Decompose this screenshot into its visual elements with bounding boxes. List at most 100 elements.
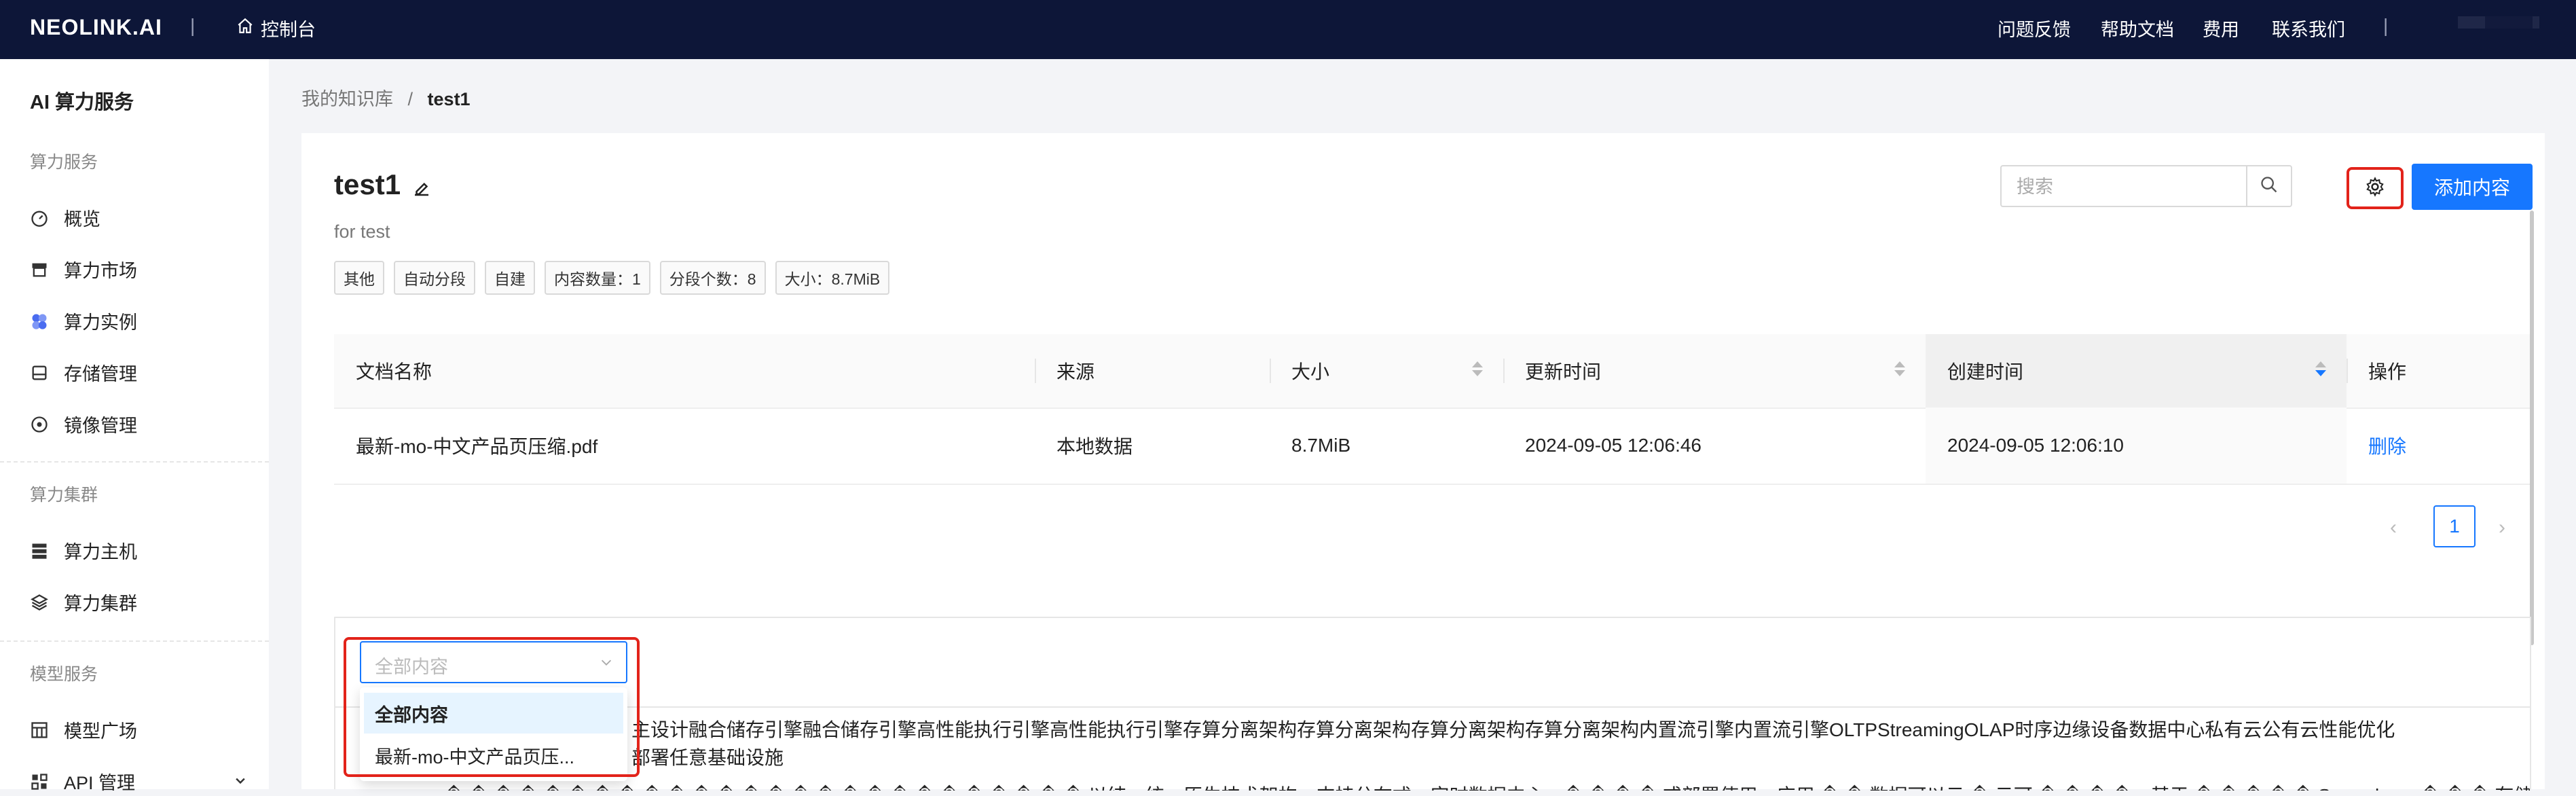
sidebar: AI 算力服务 算力服务 概览 算力市场 算力实例 存储管理 镜像管理 算力集群… bbox=[0, 59, 269, 793]
api-icon bbox=[30, 772, 49, 791]
search-box bbox=[2000, 165, 2292, 207]
column-header-created[interactable]: 创建时间 bbox=[1926, 334, 2347, 408]
tag: 自建 bbox=[485, 261, 535, 295]
grid-icon bbox=[30, 721, 49, 740]
content-text-area: 主设计融合储存引擎融合储存引擎高性能执行引擎高性能执行引擎存算分离架构存算分离架… bbox=[335, 706, 2530, 791]
table-header: 文档名称 来源 大小 更新时间 创建时间 操作 bbox=[334, 334, 2530, 409]
tag: 其他 bbox=[334, 261, 384, 295]
column-label: 来源 bbox=[1056, 361, 1095, 382]
cell-updated: 2024-09-05 12:06:46 bbox=[1525, 435, 1701, 456]
cell-name[interactable]: 最新-mo-中文产品页压缩.pdf bbox=[334, 408, 1035, 484]
cell-created: 2024-09-05 12:06:10 bbox=[1926, 408, 2347, 484]
scrollbar[interactable] bbox=[2530, 211, 2534, 645]
column-label: 大小 bbox=[1291, 361, 1330, 382]
breadcrumb-parent[interactable]: 我的知识库 bbox=[301, 89, 393, 109]
user-avatar bbox=[2485, 16, 2533, 29]
contact-link[interactable]: 联系我们 bbox=[2272, 15, 2345, 41]
add-content-button[interactable]: 添加内容 bbox=[2412, 164, 2533, 210]
breadcrumb: 我的知识库 / test1 bbox=[301, 84, 471, 111]
pagination-next[interactable]: › bbox=[2499, 516, 2505, 539]
column-label: 文档名称 bbox=[356, 361, 433, 382]
sidebar-item-label: 存储管理 bbox=[64, 364, 137, 384]
pagination-prev[interactable]: ‹ bbox=[2390, 516, 2397, 539]
search-button[interactable] bbox=[2246, 166, 2291, 206]
page-title: test1 bbox=[334, 168, 401, 200]
column-label: 操作 bbox=[2368, 361, 2407, 382]
settings-button[interactable] bbox=[2347, 167, 2404, 209]
sidebar-item-clusters[interactable]: 算力集群 bbox=[30, 589, 137, 615]
sidebar-item-overview[interactable]: 概览 bbox=[30, 204, 100, 231]
sidebar-item-storage[interactable]: 存储管理 bbox=[30, 359, 137, 386]
image-icon bbox=[30, 415, 49, 434]
tag: 大小：8.7MiB bbox=[775, 261, 890, 295]
console-link[interactable]: 控制台 bbox=[236, 15, 316, 41]
sidebar-title: AI 算力服务 bbox=[30, 92, 134, 113]
column-header-size[interactable]: 大小 bbox=[1270, 334, 1503, 408]
table-row: 最新-mo-中文产品页压缩.pdf 本地数据 8.7MiB 2024-09-05… bbox=[334, 408, 2530, 485]
tag: 分段个数：8 bbox=[659, 261, 766, 295]
cell-source: 本地数据 bbox=[1056, 436, 1133, 457]
cell-action: 删除 bbox=[2347, 408, 2530, 484]
sidebar-item-images[interactable]: 镜像管理 bbox=[30, 411, 137, 437]
breadcrumb-current: test1 bbox=[427, 89, 471, 109]
sidebar-item-label: 算力主机 bbox=[64, 542, 137, 562]
gear-icon bbox=[2365, 176, 2385, 200]
navbar-separator-right: | bbox=[2383, 15, 2389, 36]
sidebar-item-instances[interactable]: 算力实例 bbox=[30, 308, 137, 334]
sidebar-item-label: 算力集群 bbox=[64, 594, 137, 614]
brand-logo[interactable]: NEOLINK.AI bbox=[30, 15, 162, 40]
column-header-source: 来源 bbox=[1035, 334, 1270, 408]
help-docs-link[interactable]: 帮助文档 bbox=[2101, 15, 2174, 41]
content-text-line: 主设计融合储存引擎融合储存引擎高性能执行引擎高性能执行引擎存算分离架构存算分离架… bbox=[631, 719, 2395, 740]
navbar-separator: | bbox=[190, 15, 196, 36]
cluster-icon bbox=[30, 312, 49, 331]
content-text-line: 部署任意基础设施 bbox=[631, 747, 784, 768]
edit-icon[interactable] bbox=[411, 178, 432, 202]
sidebar-item-label: 镜像管理 bbox=[64, 416, 137, 436]
kb-description: for test bbox=[334, 221, 390, 242]
feedback-link[interactable]: 问题反馈 bbox=[1998, 15, 2071, 41]
column-label: 创建时间 bbox=[1947, 361, 2024, 382]
column-header-updated[interactable]: 更新时间 bbox=[1503, 334, 1926, 408]
sort-icon[interactable] bbox=[1894, 361, 1905, 376]
dashboard-icon bbox=[30, 209, 49, 228]
column-label: 更新时间 bbox=[1525, 361, 1602, 382]
sidebar-item-market[interactable]: 算力市场 bbox=[30, 256, 137, 283]
sidebar-item-hosts[interactable]: 算力主机 bbox=[30, 537, 137, 564]
top-navbar: NEOLINK.AI | 控制台 问题反馈 帮助文档 费用 联系我们 | bbox=[0, 0, 2576, 59]
sidebar-item-label: API 管理 bbox=[64, 773, 136, 793]
cell-size: 8.7MiB bbox=[1291, 435, 1351, 456]
sidebar-group-cluster: 算力集群 bbox=[30, 486, 98, 505]
sidebar-divider bbox=[0, 461, 269, 463]
sidebar-divider bbox=[0, 640, 269, 642]
console-label: 控制台 bbox=[261, 20, 316, 40]
column-header-name: 文档名称 bbox=[334, 334, 1035, 408]
sort-icon-active[interactable] bbox=[2315, 361, 2326, 376]
tag: 自动分段 bbox=[394, 261, 475, 295]
search-input[interactable] bbox=[2003, 168, 2246, 206]
home-icon bbox=[236, 17, 254, 39]
pagination-page[interactable]: 1 bbox=[2433, 505, 2476, 547]
sidebar-item-api[interactable]: API 管理 bbox=[30, 768, 247, 795]
store-icon bbox=[30, 260, 49, 279]
layers-icon bbox=[30, 593, 49, 612]
billing-link[interactable]: 费用 bbox=[2203, 15, 2239, 41]
sidebar-item-label: 算力市场 bbox=[64, 261, 137, 281]
sidebar-item-label: 模型广场 bbox=[64, 721, 137, 742]
delete-link[interactable]: 删除 bbox=[2368, 432, 2406, 459]
column-header-action: 操作 bbox=[2347, 334, 2530, 408]
tag: 内容数量：1 bbox=[545, 261, 650, 295]
sidebar-item-label: 概览 bbox=[64, 209, 100, 230]
sidebar-item-label: 算力实例 bbox=[64, 312, 137, 333]
storage-icon bbox=[30, 363, 49, 382]
breadcrumb-separator: / bbox=[407, 89, 413, 109]
sidebar-group-compute: 算力服务 bbox=[30, 153, 98, 172]
search-icon bbox=[2260, 175, 2279, 198]
server-icon bbox=[30, 541, 49, 560]
annotation-highlight bbox=[344, 637, 640, 777]
sidebar-group-models: 模型服务 bbox=[30, 665, 98, 684]
sort-icon[interactable] bbox=[1472, 361, 1483, 376]
sidebar-item-model-square[interactable]: 模型广场 bbox=[30, 717, 137, 743]
chevron-down-icon bbox=[234, 771, 247, 792]
tag-list: 其他 自动分段 自建 内容数量：1 分段个数：8 大小：8.7MiB bbox=[334, 261, 890, 295]
